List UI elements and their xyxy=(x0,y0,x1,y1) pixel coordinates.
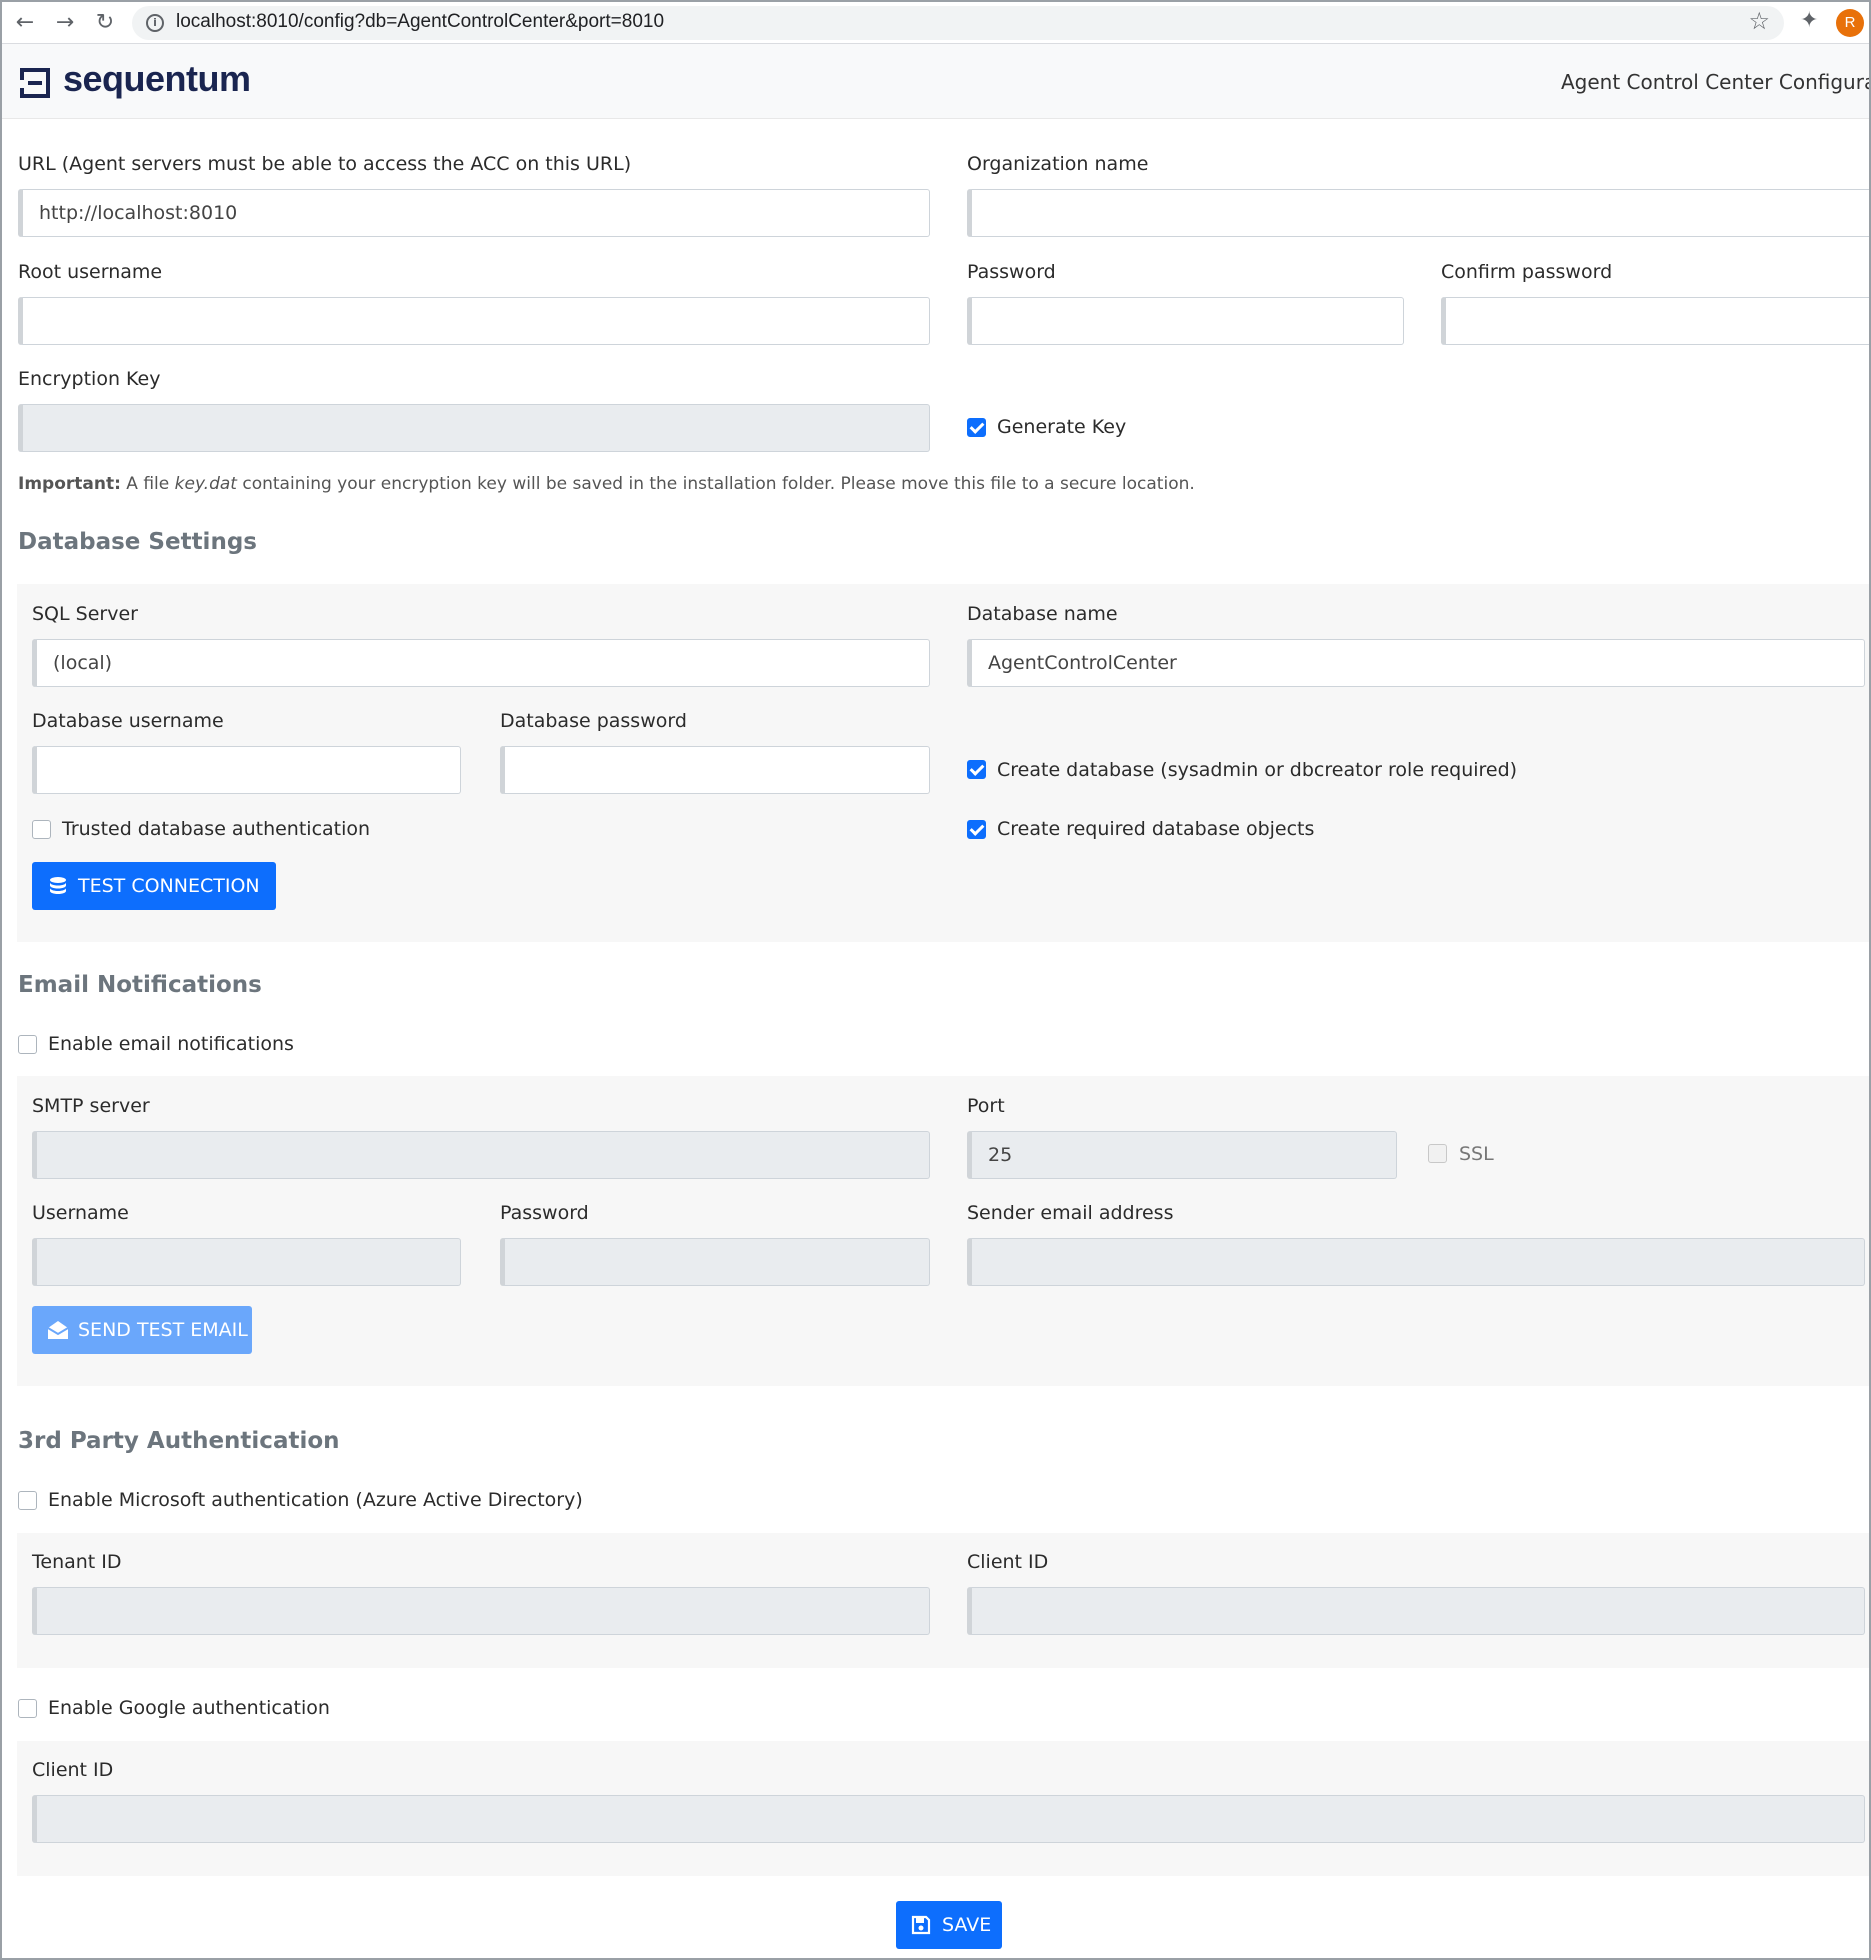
enable-google-checkbox[interactable] xyxy=(18,1699,37,1718)
email-password-input[interactable] xyxy=(500,1238,930,1286)
url-label: URL (Agent servers must be able to acces… xyxy=(18,153,632,175)
save-button[interactable]: SAVE xyxy=(896,1901,1002,1949)
logo-text: sequentum xyxy=(63,58,251,99)
enable-email-checkbox[interactable] xyxy=(18,1035,37,1054)
back-icon[interactable]: ← xyxy=(12,10,38,36)
browser-toolbar: ← → ↻ i localhost:8010/config?db=AgentCo… xyxy=(2,2,1869,44)
password-label: Password xyxy=(967,261,1056,283)
enable-microsoft-checkbox[interactable] xyxy=(18,1491,37,1510)
google-client-id-input[interactable] xyxy=(32,1795,1865,1843)
email-password-label: Password xyxy=(500,1202,589,1224)
logo-icon xyxy=(20,68,50,98)
generate-key-label: Generate Key xyxy=(997,416,1127,438)
send-test-email-label: SEND TEST EMAIL xyxy=(78,1319,248,1341)
email-panel xyxy=(17,1076,1869,1386)
db-username-input[interactable] xyxy=(32,746,461,794)
note-important: Important: xyxy=(18,474,121,494)
note-pre: A file xyxy=(120,474,175,494)
root-username-input[interactable] xyxy=(18,297,930,345)
note-file: key.dat xyxy=(174,474,237,494)
trusted-auth-checkbox[interactable] xyxy=(32,820,51,839)
db-username-label: Database username xyxy=(32,710,224,732)
confirm-password-label: Confirm password xyxy=(1441,261,1613,283)
test-connection-label: TEST CONNECTION xyxy=(78,875,260,897)
reload-icon[interactable]: ↻ xyxy=(92,10,118,36)
enable-microsoft-label: Enable Microsoft authentication (Azure A… xyxy=(48,1489,583,1511)
root-username-label: Root username xyxy=(18,261,163,283)
address-url: localhost:8010/config?db=AgentControlCen… xyxy=(176,11,665,32)
extensions-icon[interactable]: ✦ xyxy=(1800,8,1818,33)
page-title: Agent Control Center Configuration xyxy=(1561,70,1869,94)
app-header: sequentum Agent Control Center Configura… xyxy=(2,44,1869,119)
ms-client-id-input[interactable] xyxy=(967,1587,1865,1635)
email-username-input[interactable] xyxy=(32,1238,461,1286)
save-label: SAVE xyxy=(942,1914,992,1936)
forward-icon[interactable]: → xyxy=(52,10,78,36)
confirm-password-input[interactable] xyxy=(1441,297,1869,345)
info-icon[interactable]: i xyxy=(146,14,164,32)
envelope-open-icon xyxy=(47,1321,69,1339)
tenant-id-label: Tenant ID xyxy=(32,1551,122,1573)
create-objects-label: Create required database objects xyxy=(997,818,1315,840)
organization-input[interactable] xyxy=(967,189,1869,237)
sender-email-input[interactable] xyxy=(967,1238,1865,1286)
address-bar[interactable]: i localhost:8010/config?db=AgentControlC… xyxy=(132,6,1784,40)
save-icon xyxy=(911,1915,931,1935)
trusted-auth-label: Trusted database authentication xyxy=(62,818,371,840)
email-notifications-title: Email Notifications xyxy=(18,972,262,998)
db-password-label: Database password xyxy=(500,710,687,732)
url-input[interactable]: http://localhost:8010 xyxy=(18,189,930,237)
note-post: containing your encryption key will be s… xyxy=(236,474,1195,494)
tenant-id-input[interactable] xyxy=(32,1587,930,1635)
database-name-input[interactable]: AgentControlCenter xyxy=(967,639,1865,687)
port-input[interactable]: 25 xyxy=(967,1131,1397,1179)
smtp-server-input[interactable] xyxy=(32,1131,930,1179)
organization-label: Organization name xyxy=(967,153,1149,175)
database-settings-title: Database Settings xyxy=(18,529,257,555)
test-connection-button[interactable]: TEST CONNECTION xyxy=(32,862,276,910)
enable-google-label: Enable Google authentication xyxy=(48,1697,330,1719)
sender-email-label: Sender email address xyxy=(967,1202,1174,1224)
app-window: ← → ↻ i localhost:8010/config?db=AgentCo… xyxy=(0,0,1871,1960)
encryption-key-label: Encryption Key xyxy=(18,368,161,390)
database-name-label: Database name xyxy=(967,603,1118,625)
create-objects-checkbox[interactable] xyxy=(967,820,986,839)
google-client-id-label: Client ID xyxy=(32,1759,114,1781)
port-label: Port xyxy=(967,1095,1005,1117)
encryption-note: Important: A file key.dat containing you… xyxy=(18,474,1195,494)
smtp-server-label: SMTP server xyxy=(32,1095,150,1117)
email-username-label: Username xyxy=(32,1202,129,1224)
generate-key-checkbox[interactable] xyxy=(967,418,986,437)
db-password-input[interactable] xyxy=(500,746,930,794)
sql-server-label: SQL Server xyxy=(32,603,138,625)
password-input[interactable] xyxy=(967,297,1404,345)
ssl-checkbox[interactable] xyxy=(1428,1144,1447,1163)
database-icon xyxy=(50,877,66,894)
enable-email-label: Enable email notifications xyxy=(48,1033,294,1055)
create-database-checkbox[interactable] xyxy=(967,760,986,779)
avatar[interactable]: R xyxy=(1836,9,1864,37)
third-party-auth-title: 3rd Party Authentication xyxy=(18,1428,340,1454)
create-database-label: Create database (sysadmin or dbcreator r… xyxy=(997,759,1518,781)
star-icon[interactable]: ☆ xyxy=(1748,7,1770,35)
ms-client-id-label: Client ID xyxy=(967,1551,1049,1573)
sql-server-input[interactable]: (local) xyxy=(32,639,930,687)
ssl-label: SSL xyxy=(1459,1143,1494,1165)
encryption-key-input[interactable] xyxy=(18,404,930,452)
send-test-email-button[interactable]: SEND TEST EMAIL xyxy=(32,1306,252,1354)
